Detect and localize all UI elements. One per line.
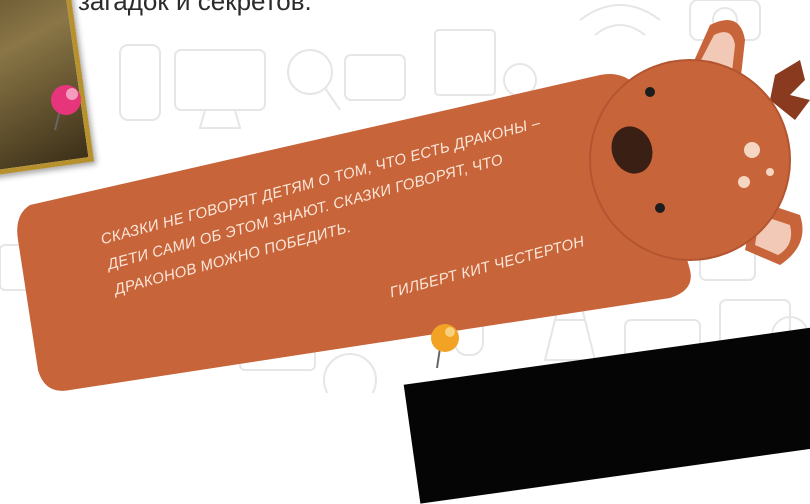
deer-eye-left-icon	[645, 87, 655, 97]
yellow-pushpin-icon	[431, 324, 459, 369]
deer-eye-right-icon	[655, 203, 665, 213]
deer-spot-icon	[744, 142, 760, 158]
pink-pushpin-icon	[51, 85, 81, 131]
